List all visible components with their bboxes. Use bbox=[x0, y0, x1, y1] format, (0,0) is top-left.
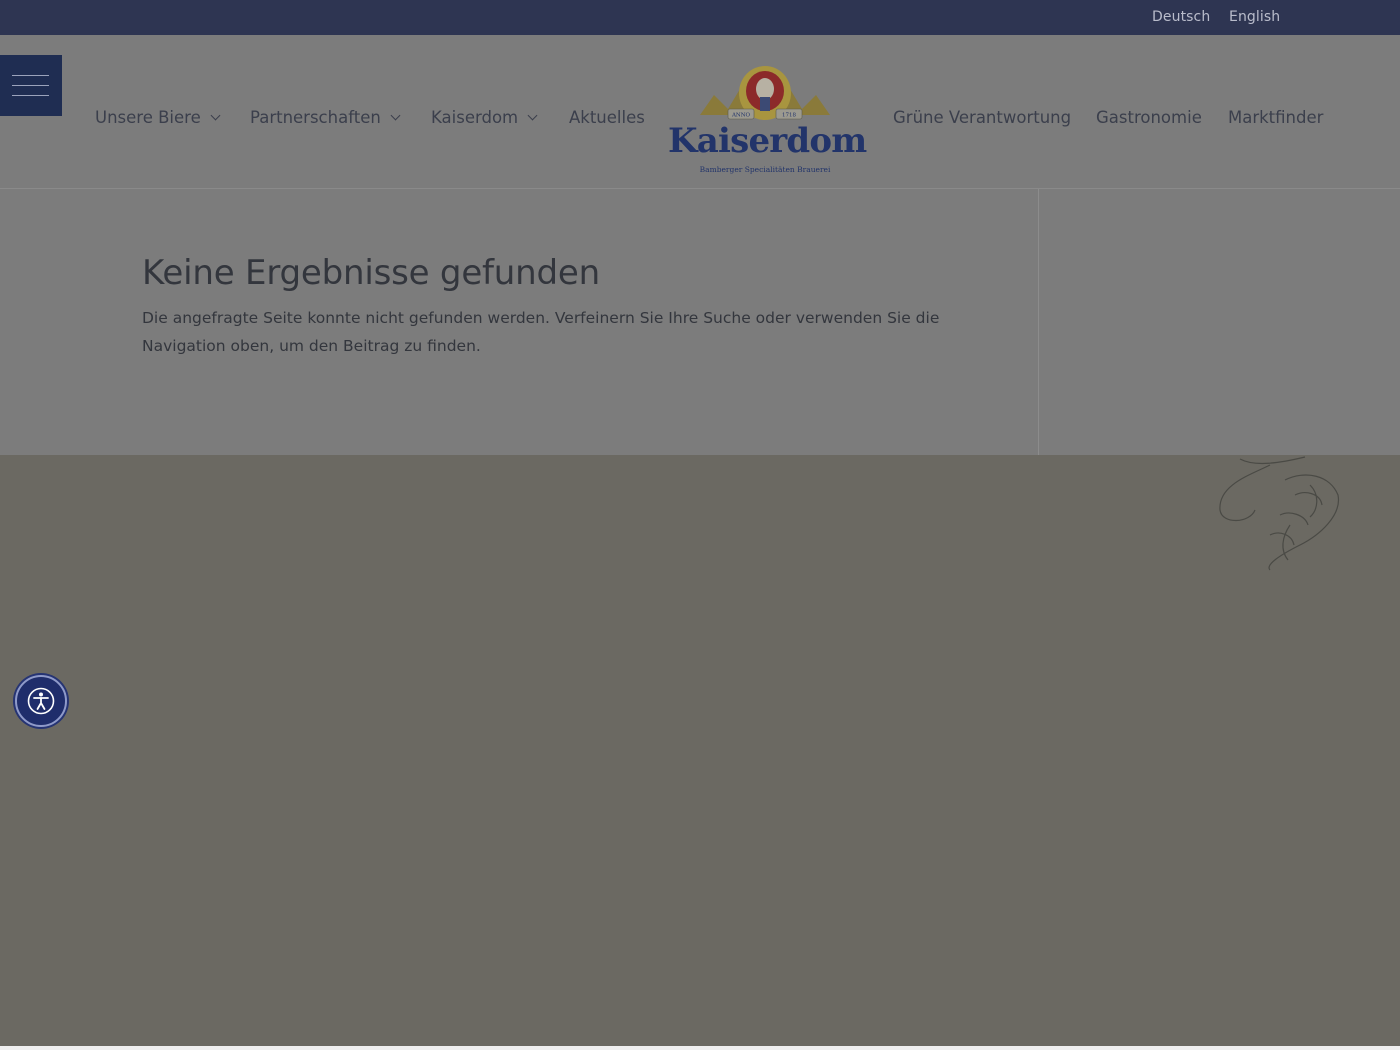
bottom-strip bbox=[0, 1046, 1400, 1050]
logo-anno-text: ANNO bbox=[731, 113, 751, 119]
decorative-background bbox=[0, 455, 1400, 1050]
logo-year-text: 1718 bbox=[782, 113, 796, 119]
accessibility-icon bbox=[27, 687, 55, 715]
nav-item-gastronomie[interactable]: Gastronomie bbox=[1096, 108, 1202, 127]
logo-wordmark: Kaiserdom bbox=[668, 121, 867, 161]
nav-item-partnerschaften[interactable]: Partnerschaften bbox=[250, 108, 401, 127]
logo-tagline: Bamberger Specialitäten Brauerei bbox=[699, 165, 831, 174]
nav-item-gruene-verantwortung[interactable]: Grüne Verantwortung bbox=[893, 108, 1071, 127]
site-header: Unsere Biere Partnerschaften Kaiserdom A… bbox=[0, 35, 1400, 189]
chevron-down-icon bbox=[390, 110, 401, 121]
kaiserdom-logo[interactable]: ANNO 1718 Kaiserdom Bamberger Specialitä… bbox=[668, 65, 867, 179]
top-bar: Deutsch English bbox=[0, 0, 1400, 35]
nav-item-kaiserdom[interactable]: Kaiserdom bbox=[431, 108, 538, 127]
main-content: Keine Ergebnisse gefunden Die angefragte… bbox=[0, 189, 1400, 455]
nav-label: Grüne Verantwortung bbox=[893, 108, 1072, 127]
menu-line-icon bbox=[12, 85, 49, 86]
nav-label: Aktuelles bbox=[569, 108, 645, 127]
no-results-message: Die angefragte Seite konnte nicht gefund… bbox=[142, 309, 940, 355]
nav-label: Unsere Biere bbox=[95, 108, 201, 127]
page-title: Keine Ergebnisse gefunden bbox=[142, 253, 600, 293]
hop-illustration-icon bbox=[1219, 456, 1340, 571]
nav-label: Gastronomie bbox=[1096, 108, 1202, 127]
sidebar-divider bbox=[1038, 189, 1039, 455]
language-deutsch-link[interactable]: Deutsch bbox=[1152, 9, 1210, 25]
nav-item-aktuelles[interactable]: Aktuelles bbox=[569, 108, 645, 127]
crest-icon: ANNO 1718 bbox=[700, 66, 830, 120]
menu-line-icon bbox=[12, 95, 49, 96]
chevron-down-icon bbox=[210, 110, 221, 121]
nav-item-marktfinder[interactable]: Marktfinder bbox=[1228, 108, 1323, 127]
menu-line-icon bbox=[12, 75, 49, 76]
language-english-link[interactable]: English bbox=[1229, 9, 1280, 25]
nav-label: Partnerschaften bbox=[250, 108, 381, 127]
accessibility-button[interactable] bbox=[15, 675, 67, 727]
nav-item-unsere-biere[interactable]: Unsere Biere bbox=[95, 108, 221, 127]
chevron-down-icon bbox=[527, 110, 538, 121]
nav-label: Kaiserdom bbox=[431, 108, 519, 127]
hamburger-menu-button[interactable] bbox=[0, 55, 62, 116]
nav-label: Marktfinder bbox=[1228, 108, 1324, 127]
